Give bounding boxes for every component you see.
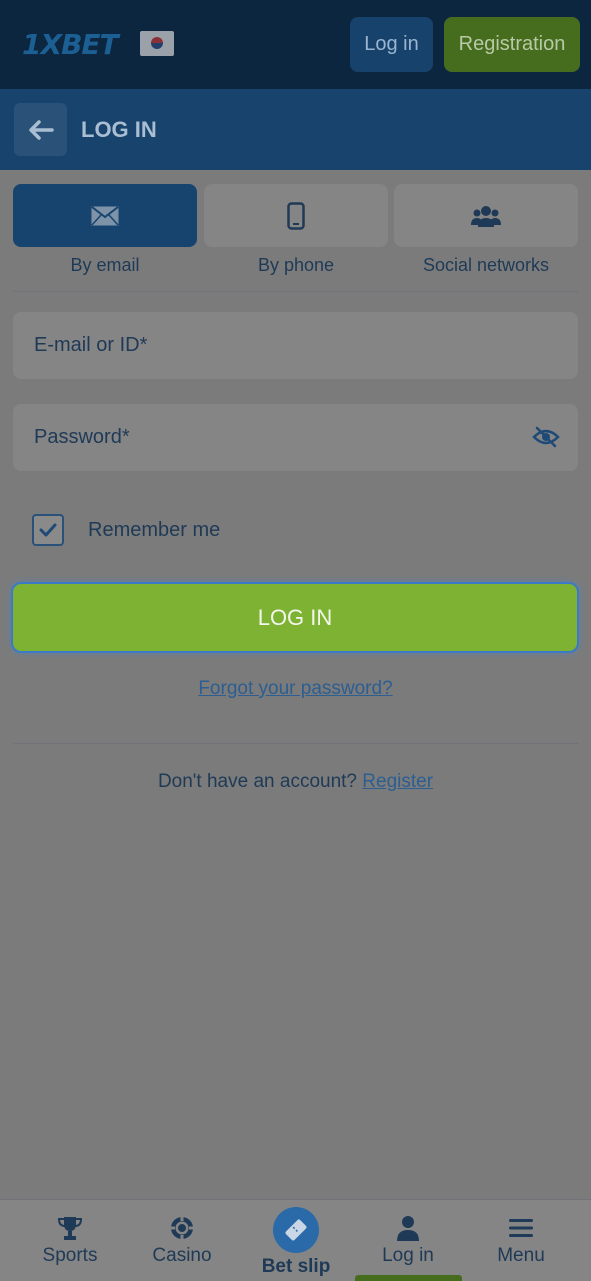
user-icon [397, 1216, 419, 1241]
tab-label-email: By email [70, 255, 140, 275]
tab-by-email[interactable] [13, 184, 197, 247]
login-submit-button[interactable]: LOG IN [13, 584, 577, 651]
password-placeholder: Password* [34, 426, 130, 448]
register-link[interactable]: Register [362, 771, 433, 792]
bottom-nav: Sports Casino Bet slip Log in Menu [0, 1199, 591, 1281]
divider [13, 743, 578, 744]
eye-slash-icon[interactable] [532, 426, 560, 448]
nav-label-bet-slip: Bet slip [261, 1256, 331, 1277]
envelope-icon [91, 205, 119, 226]
tab-label-phone: By phone [257, 255, 335, 275]
tab-by-phone[interactable] [204, 184, 388, 247]
remember-me-checkbox[interactable] [32, 514, 64, 546]
divider [13, 291, 578, 292]
page-title: LOG IN [81, 117, 157, 142]
registration-button[interactable]: Registration [444, 17, 580, 72]
trophy-icon [57, 1217, 83, 1240]
tab-social-networks[interactable] [394, 184, 578, 247]
hamburger-icon [509, 1219, 533, 1237]
email-placeholder: E-mail or ID* [34, 334, 148, 356]
forgot-password-link[interactable]: Forgot your password? [0, 678, 591, 700]
brand-logo[interactable]: 1XBET [22, 30, 119, 60]
back-button[interactable] [14, 103, 67, 156]
page-header: LOG IN [0, 89, 591, 170]
nav-sports[interactable]: Sports [14, 1200, 126, 1281]
no-account-row: Don't have an account? Register [0, 771, 591, 793]
nav-menu[interactable]: Menu [465, 1200, 577, 1281]
arrow-left-icon [28, 119, 54, 140]
nav-label-menu: Menu [497, 1245, 545, 1266]
nav-bet-slip[interactable]: Bet slip [240, 1200, 352, 1281]
phone-icon [287, 201, 305, 230]
bet-slip-circle [273, 1207, 319, 1253]
top-login-button[interactable]: Log in [350, 17, 433, 72]
nav-casino[interactable]: Casino [126, 1200, 238, 1281]
password-field[interactable]: Password* [13, 404, 578, 471]
email-field[interactable]: E-mail or ID* [13, 312, 578, 379]
tab-label-social: Social networks [422, 255, 550, 275]
korea-flag-icon[interactable] [140, 31, 174, 56]
checkmark-icon [39, 523, 57, 537]
nav-label-casino: Casino [152, 1245, 212, 1266]
casino-chip-icon [171, 1217, 193, 1239]
ticket-icon [285, 1219, 307, 1241]
remember-me-label[interactable]: Remember me [88, 514, 220, 546]
nav-log-in[interactable]: Log in [352, 1200, 464, 1281]
nav-label-sports: Sports [42, 1245, 98, 1266]
top-bar: 1XBET Log in Registration [0, 0, 591, 89]
users-icon [471, 205, 501, 227]
active-nav-indicator [355, 1275, 462, 1281]
no-account-text: Don't have an account? [157, 771, 357, 792]
nav-label-log-in: Log in [382, 1245, 434, 1266]
